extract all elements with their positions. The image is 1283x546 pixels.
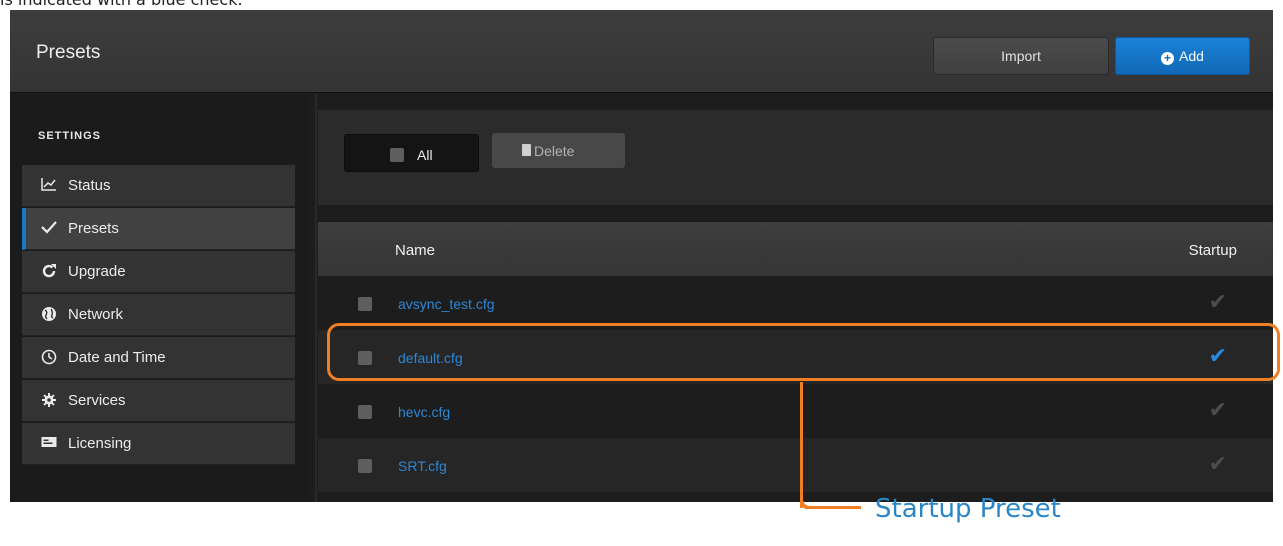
- sidebar-item-label: Licensing: [68, 435, 132, 452]
- checkmark-icon: [40, 220, 58, 236]
- sidebar-item-status[interactable]: Status: [22, 165, 295, 207]
- select-all-button[interactable]: All: [344, 134, 479, 172]
- table-row: default.cfg ✔: [318, 330, 1273, 384]
- globe-icon: [40, 306, 58, 322]
- select-all-checkbox[interactable]: [390, 148, 404, 162]
- table-toolbar: All Delete: [318, 110, 1273, 205]
- table-header: Name Startup: [318, 222, 1273, 276]
- sidebar-item-network[interactable]: Network: [22, 294, 295, 336]
- preset-name-link[interactable]: avsync_test.cfg: [398, 296, 495, 312]
- sidebar-divider: [315, 94, 317, 502]
- callout-label: Startup Preset: [875, 494, 1061, 524]
- row-checkbox[interactable]: [358, 297, 372, 311]
- license-card-icon: [40, 435, 58, 451]
- sidebar-item-label: Status: [68, 177, 111, 194]
- presets-table: Name Startup avsync_test.cfg ✔ default.c…: [318, 222, 1273, 502]
- row-checkbox[interactable]: [358, 459, 372, 473]
- gear-icon: [40, 392, 58, 408]
- app-window: Presets Import + Add SETTINGS Status Pres…: [10, 10, 1273, 502]
- row-checkbox[interactable]: [358, 351, 372, 365]
- sidebar-item-label: Presets: [68, 220, 119, 237]
- sidebar-item-label: Upgrade: [68, 263, 126, 280]
- preset-name-link[interactable]: hevc.cfg: [398, 404, 450, 420]
- column-header-startup[interactable]: Startup: [1189, 242, 1237, 259]
- plus-circle-icon: +: [1161, 52, 1175, 65]
- table-row: hevc.cfg ✔: [318, 384, 1273, 438]
- startup-check-icon[interactable]: ✔: [1209, 398, 1227, 423]
- delete-button[interactable]: Delete: [492, 133, 625, 168]
- select-all-label: All: [417, 147, 433, 163]
- sidebar-heading: SETTINGS: [38, 130, 102, 142]
- startup-check-icon[interactable]: ✔: [1209, 290, 1227, 315]
- sidebar-item-label: Network: [68, 306, 124, 323]
- preset-name-link[interactable]: SRT.cfg: [398, 458, 447, 474]
- callout-line: [800, 382, 803, 508]
- refresh-icon: [40, 263, 58, 279]
- sidebar-item-presets[interactable]: Presets: [22, 208, 295, 250]
- sidebar-item-upgrade[interactable]: Upgrade: [22, 251, 295, 293]
- add-button[interactable]: + Add: [1115, 37, 1250, 75]
- caption-text: is indicated with a blue check.: [0, 0, 243, 10]
- page-header: Presets Import + Add: [10, 10, 1273, 93]
- delete-button-label: Delete: [534, 143, 575, 159]
- sidebar-item-label: Services: [68, 392, 126, 409]
- column-header-name[interactable]: Name: [395, 242, 435, 259]
- sidebar: SETTINGS Status Presets Upgrade Network: [10, 94, 310, 502]
- add-button-label: Add: [1179, 48, 1204, 64]
- page-title: Presets: [36, 42, 101, 63]
- trash-icon: [522, 144, 531, 156]
- callout-line: [803, 506, 861, 509]
- startup-check-icon[interactable]: ✔: [1209, 452, 1227, 477]
- table-row: SRT.cfg ✔: [318, 438, 1273, 492]
- sidebar-item-services[interactable]: Services: [22, 380, 295, 422]
- row-checkbox[interactable]: [358, 405, 372, 419]
- chart-line-icon: [40, 177, 58, 193]
- clock-icon: [40, 349, 58, 365]
- sidebar-item-date-and-time[interactable]: Date and Time: [22, 337, 295, 379]
- sidebar-item-licensing[interactable]: Licensing: [22, 423, 295, 465]
- import-button[interactable]: Import: [933, 37, 1109, 75]
- sidebar-item-label: Date and Time: [68, 349, 166, 366]
- startup-check-icon[interactable]: ✔: [1209, 344, 1227, 369]
- table-row: avsync_test.cfg ✔: [318, 276, 1273, 330]
- preset-name-link[interactable]: default.cfg: [398, 350, 463, 366]
